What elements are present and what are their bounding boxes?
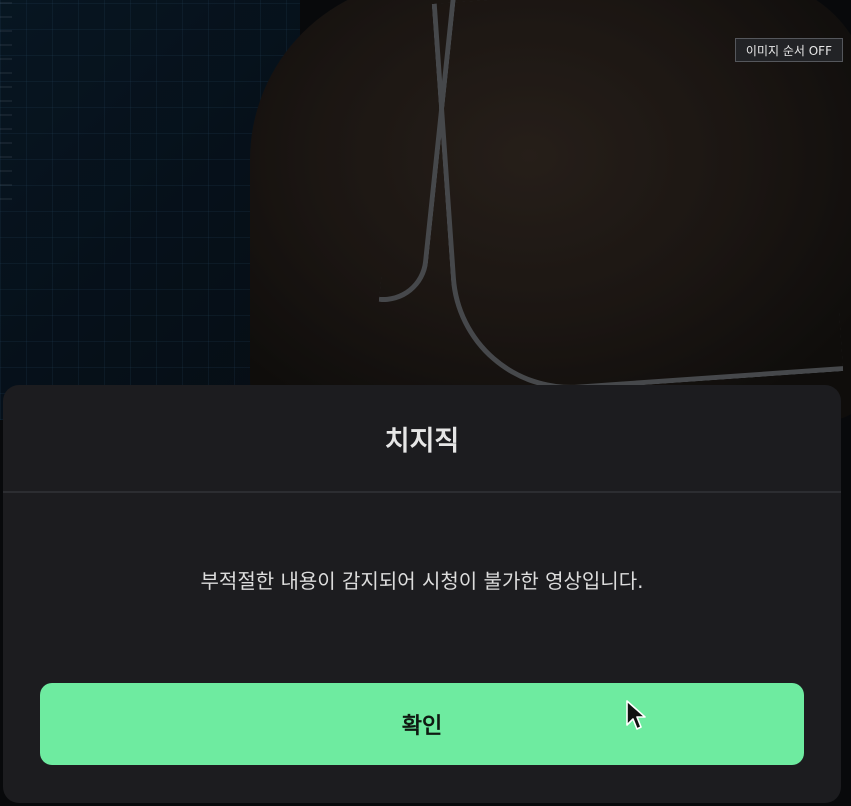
modal-title: 치지직	[3, 385, 841, 493]
mouse-pointer-icon	[626, 700, 646, 730]
player-stage: 이미지 순서 OFF 치지직 부적절한 내용이 감지되어 시청이 불가한 영상입…	[0, 0, 851, 806]
modal-message: 부적절한 내용이 감지되어 시청이 불가한 영상입니다.	[200, 569, 644, 593]
image-order-toggle-button[interactable]: 이미지 순서 OFF	[734, 38, 843, 62]
content-warning-modal: 치지직 부적절한 내용이 감지되어 시청이 불가한 영상입니다. 확인	[3, 385, 841, 803]
confirm-button[interactable]: 확인	[40, 683, 804, 765]
